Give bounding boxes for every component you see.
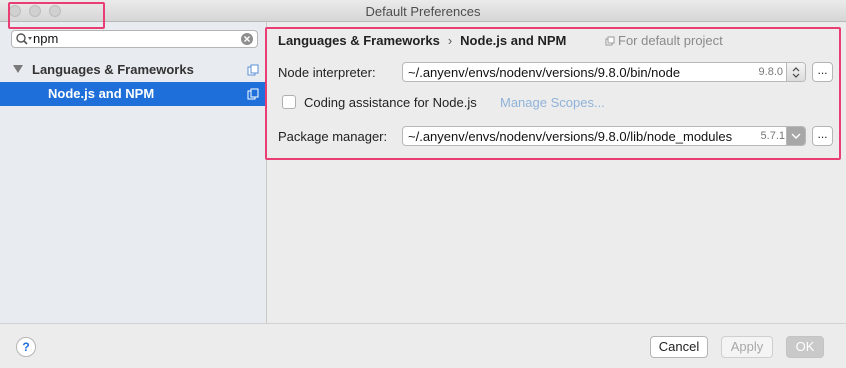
node-interpreter-value: ~/.anyenv/envs/nodenv/versions/9.8.0/bin… — [408, 65, 681, 80]
search-icon[interactable] — [15, 32, 33, 46]
scope-label: For default project — [605, 33, 723, 48]
package-manager-label: Package manager: — [278, 129, 388, 144]
search-highlight-box — [8, 2, 105, 29]
help-button[interactable]: ? — [16, 337, 36, 357]
search-input[interactable]: npm — [11, 30, 258, 48]
tree-item-label: Languages & Frameworks — [32, 62, 194, 77]
search-query: npm — [33, 31, 59, 46]
settings-tree-pane: npm Languages & Frameworks Node.js and N… — [0, 22, 267, 323]
apply-button[interactable]: Apply — [721, 336, 773, 358]
tree-item-nodejs-npm[interactable]: Node.js and NPM — [0, 82, 266, 106]
tree-item-label: Node.js and NPM — [48, 86, 155, 101]
project-scope-icon — [247, 88, 259, 100]
chevron-down-icon[interactable] — [786, 127, 805, 145]
expand-arrow-icon[interactable] — [13, 64, 23, 74]
scope-text: For default project — [618, 33, 723, 48]
node-interpreter-label: Node interpreter: — [278, 65, 376, 80]
breadcrumb-current: Node.js and NPM — [460, 33, 567, 48]
node-version-label: 9.8.0 — [758, 66, 783, 78]
project-scope-icon — [605, 36, 615, 46]
breadcrumb: Languages & Frameworks › Node.js and NPM — [278, 33, 566, 48]
cancel-button[interactable]: Cancel — [650, 336, 708, 358]
browse-package-manager-button[interactable]: ... — [812, 126, 833, 146]
updown-chevron-icon[interactable] — [786, 63, 805, 81]
package-version-label: 5.7.1 — [760, 130, 785, 142]
browse-node-interpreter-button[interactable]: ... — [812, 62, 833, 82]
tree-item-languages-frameworks[interactable]: Languages & Frameworks — [0, 58, 266, 82]
package-manager-select[interactable]: ~/.anyenv/envs/nodenv/versions/9.8.0/lib… — [402, 126, 806, 146]
node-interpreter-select[interactable]: ~/.anyenv/envs/nodenv/versions/9.8.0/bin… — [402, 62, 806, 82]
coding-assistance-label[interactable]: Coding assistance for Node.js — [304, 95, 477, 110]
clear-search-icon[interactable] — [241, 33, 253, 45]
package-manager-value: ~/.anyenv/envs/nodenv/versions/9.8.0/lib… — [408, 129, 733, 144]
ok-button[interactable]: OK — [786, 336, 824, 358]
dialog-footer: ? Cancel Apply OK — [0, 323, 846, 368]
title-bar: Default Preferences — [0, 0, 846, 22]
coding-assistance-checkbox[interactable] — [282, 95, 296, 109]
project-scope-icon — [247, 64, 259, 76]
window-title: Default Preferences — [365, 4, 481, 19]
breadcrumb-parent: Languages & Frameworks — [278, 33, 440, 48]
manage-scopes-link[interactable]: Manage Scopes... — [500, 95, 605, 110]
breadcrumb-separator: › — [447, 33, 453, 48]
